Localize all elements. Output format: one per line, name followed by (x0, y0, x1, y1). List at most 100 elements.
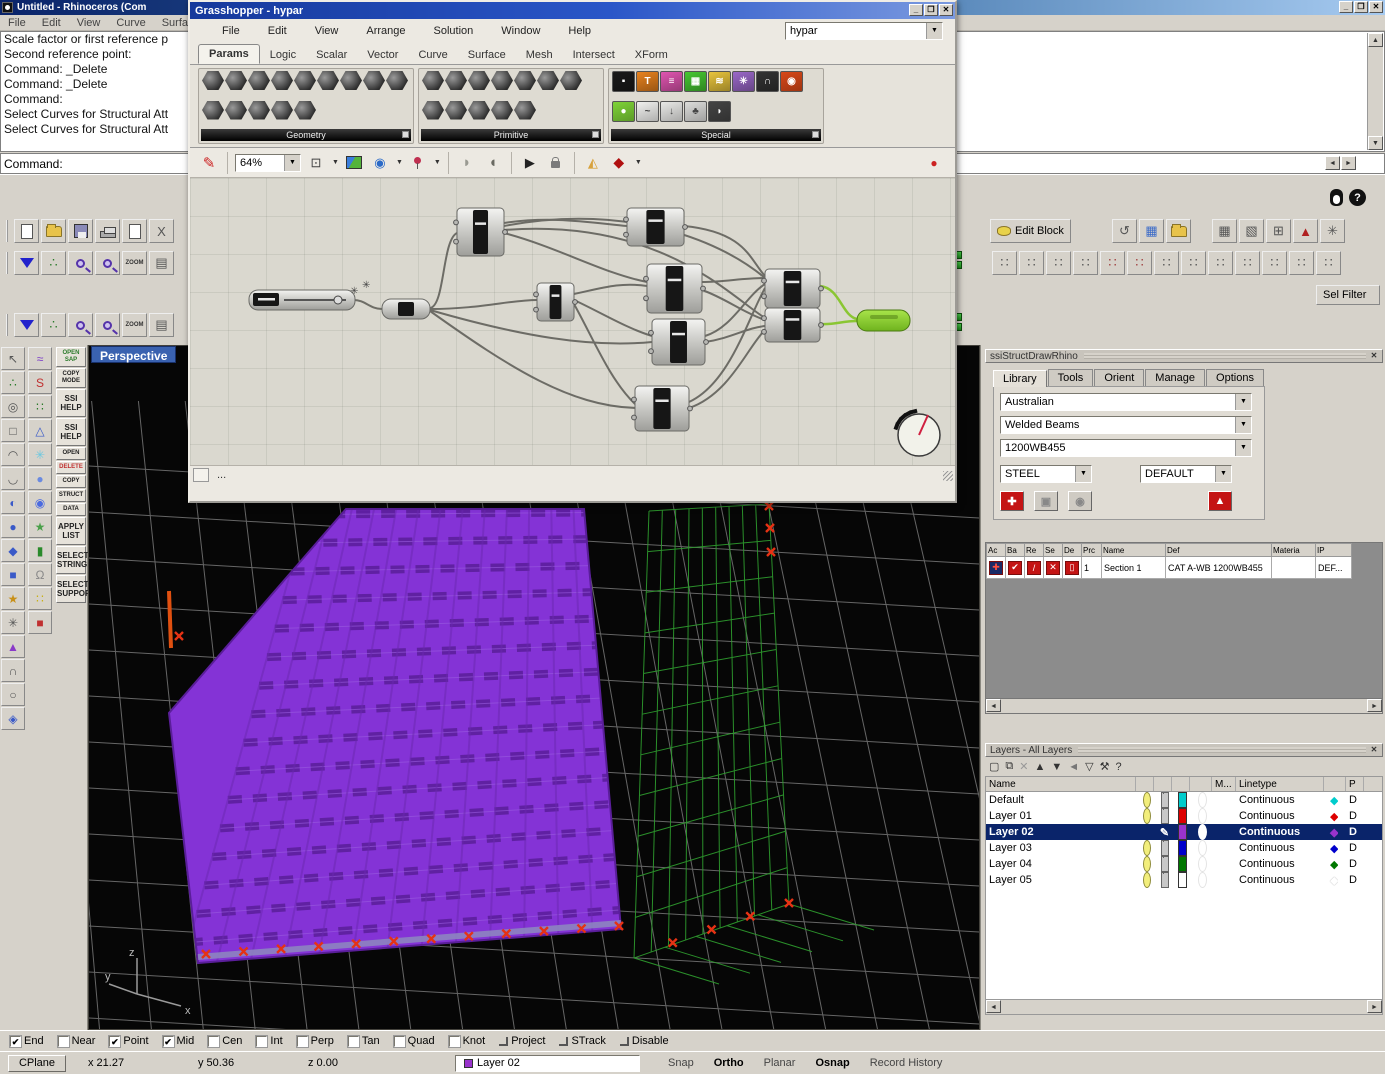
diamond-icon[interactable]: ◆ (1327, 840, 1338, 856)
not-current-icon[interactable] (1198, 792, 1207, 808)
layer-name[interactable]: Layer 05 (986, 872, 1136, 888)
table-header-ba[interactable]: Ba (1006, 544, 1025, 557)
layer-row-default[interactable]: DefaultContinuous◆D (986, 792, 1382, 808)
sphere-blue-icon[interactable]: ● (28, 467, 52, 490)
palette-button-open-sap[interactable]: OPEN SAP (56, 347, 86, 367)
picker-icon[interactable]: ▮ (28, 539, 52, 562)
struct-panel-titlebar[interactable]: ssiStructDrawRhino ✕ (985, 349, 1383, 363)
geometry-param-icon[interactable] (248, 71, 270, 90)
point-array-icon[interactable]: ∷ (1154, 251, 1179, 275)
layers-header-blank[interactable] (1190, 777, 1212, 791)
layer-print-color[interactable]: ◆ (1324, 792, 1346, 808)
struct-tab-manage[interactable]: Manage (1145, 369, 1205, 386)
table-row[interactable]: ✚✔/✕▯1Section 1CAT A-WB 1200WB455DEF... (987, 557, 1352, 579)
sphere-icon[interactable]: ● (1, 515, 25, 538)
grasshopper-component[interactable] (624, 208, 688, 246)
struct-tab-tools[interactable]: Tools (1048, 369, 1094, 386)
balloon-dark-icon[interactable]: ◖ (482, 152, 504, 174)
layer-current-marker[interactable] (1190, 824, 1212, 840)
color-swatch[interactable] (1178, 840, 1187, 856)
primitive-param-icon[interactable] (445, 101, 467, 120)
grasshopper-component[interactable] (762, 269, 824, 308)
palette-button-copy-mode[interactable]: COPY MODE (56, 368, 86, 388)
filter-icon[interactable]: ▽ (1085, 760, 1093, 773)
document-combobox[interactable]: hypar ▼ (785, 22, 943, 40)
cell-add-icon[interactable]: ✚ (987, 557, 1006, 579)
point-array-icon[interactable]: ∷ (1127, 251, 1152, 275)
cell-trash-icon[interactable]: ▯ (1063, 557, 1082, 579)
statusbar-toggle-snap[interactable]: Snap (658, 1055, 704, 1072)
special-param-icon[interactable]: T (636, 71, 659, 92)
layer-current-marker[interactable] (1190, 840, 1212, 856)
layer-visibility[interactable] (1136, 872, 1154, 888)
restore-button[interactable]: ❐ (924, 4, 938, 16)
primitive-param-icon[interactable] (422, 101, 444, 120)
layer-lock[interactable] (1154, 856, 1172, 872)
grasshopper-component[interactable] (644, 264, 706, 313)
cell-material[interactable] (1272, 557, 1316, 579)
layer-linetype[interactable]: Continuous (1236, 808, 1324, 824)
bulb-icon[interactable] (1143, 840, 1151, 856)
unlock-icon[interactable] (1161, 792, 1169, 808)
balloon-icon[interactable]: ◗ (456, 152, 478, 174)
cell-check-icon[interactable]: ✔ (1006, 557, 1025, 579)
circle-icon[interactable]: ○ (1, 683, 25, 706)
osnap-point[interactable]: ✔Point (109, 1035, 148, 1047)
copy-icon[interactable] (122, 219, 147, 243)
star-icon[interactable]: ★ (1, 587, 25, 610)
palette-button-apply-list[interactable]: APPLY LIST (56, 517, 86, 545)
flat-toggle-icon[interactable] (559, 1037, 568, 1046)
layer-visibility[interactable] (1136, 856, 1154, 872)
tube-icon[interactable]: ∩ (1, 659, 25, 682)
point-array-icon[interactable]: ∷ (1289, 251, 1314, 275)
special-param-icon[interactable]: ● (612, 101, 635, 122)
save-icon[interactable] (68, 219, 93, 243)
osnap-quad[interactable]: Quad (394, 1035, 435, 1047)
layer-color-swatch[interactable] (1172, 824, 1190, 840)
rectangle-icon[interactable]: □ (1, 419, 25, 442)
layers-header-blank[interactable] (1136, 777, 1154, 791)
arc-icon[interactable]: ◠ (1, 443, 25, 466)
solid-icon[interactable]: ◆ (1, 539, 25, 562)
explode-icon[interactable]: ✳ (1, 611, 25, 634)
osnap-perp[interactable]: Perp (297, 1035, 334, 1047)
struct-tab-orient[interactable]: Orient (1094, 369, 1144, 386)
delete-icon[interactable]: ✕ (1046, 561, 1060, 575)
geometry-param-icon[interactable] (225, 101, 247, 120)
osnap-knot[interactable]: Knot (449, 1035, 486, 1047)
primitive-param-icon[interactable] (445, 71, 467, 90)
points-icon[interactable]: ∷ (28, 395, 52, 418)
special-param-icon[interactable]: ✳ (732, 71, 755, 92)
collapse-icon[interactable]: ◄ (1068, 761, 1079, 773)
table-header-name[interactable]: Name (1102, 544, 1166, 557)
lamp-icon[interactable]: Ω (28, 563, 52, 586)
status-icon[interactable] (193, 468, 209, 482)
scroll-right-icon[interactable]: ► (1341, 156, 1356, 170)
special-param-icon[interactable]: ▪ (612, 71, 635, 92)
tool-button[interactable]: ▣ (1034, 491, 1058, 511)
preview-eye-icon[interactable]: ◉ (369, 152, 391, 174)
menu-edit[interactable]: Edit (34, 17, 69, 29)
osnap-near[interactable]: Near (58, 1035, 96, 1047)
scroll-left-icon[interactable]: ◄ (986, 699, 1001, 712)
geometry-param-icon[interactable] (271, 101, 293, 120)
layer-print-color[interactable]: ◆ (1324, 808, 1346, 824)
curve-icon[interactable]: ◡ (1, 467, 25, 490)
checkbox-unchecked[interactable] (394, 1036, 405, 1047)
cell-name[interactable]: Section 1 (1102, 557, 1166, 579)
point-array-icon[interactable]: ∷ (1073, 251, 1098, 275)
layer-current-marker[interactable] (1190, 856, 1212, 872)
layers-header-blank[interactable] (1324, 777, 1346, 791)
gh-tab-params[interactable]: Params (198, 44, 260, 64)
move-icon[interactable]: ∴ (41, 251, 66, 275)
tools-icon[interactable]: ⚒ (1100, 760, 1110, 773)
color-swatch[interactable] (1178, 872, 1187, 888)
cell-ip[interactable]: DEF... (1316, 557, 1352, 579)
diamond-icon[interactable]: ◆ (1327, 872, 1338, 888)
point-array-icon[interactable]: ∷ (992, 251, 1017, 275)
palette-button-open[interactable]: OPEN (56, 447, 86, 460)
flat-toggle-icon[interactable] (620, 1037, 629, 1046)
layer-print-color[interactable]: ◆ (1324, 840, 1346, 856)
unlock-icon[interactable] (1161, 840, 1169, 856)
geometry-output-capsule[interactable] (857, 310, 910, 331)
